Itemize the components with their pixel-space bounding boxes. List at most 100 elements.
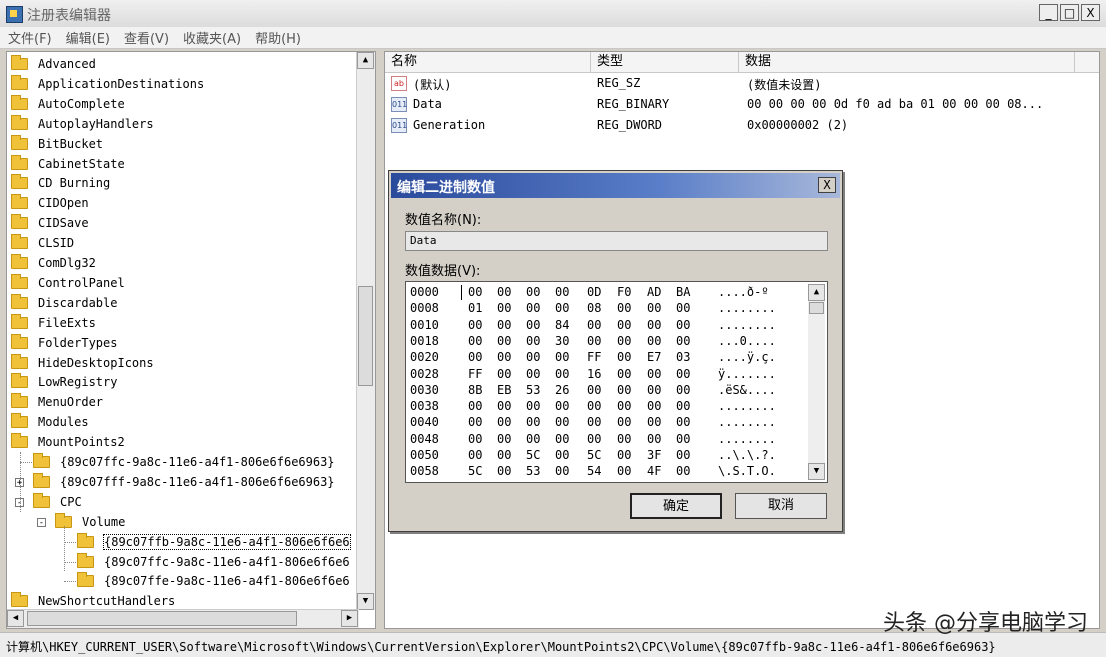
hex-byte[interactable]: E7 [647, 350, 661, 364]
hex-editor[interactable]: ▲ ▼ 0000 00 00 00 00 0D F0 AD BA ....ð-º 0008 01 00 0… [405, 281, 828, 483]
hex-byte[interactable]: 00 [526, 350, 540, 364]
tree-item[interactable]: NewShortcutHandlers [11, 591, 175, 611]
tree-item[interactable]: {89c07ffc-9a8c-11e6-a4f1-806e6f6e6963} [33, 452, 335, 472]
tree-hscroll-thumb[interactable] [27, 611, 297, 626]
hex-byte[interactable]: 00 [647, 301, 661, 315]
hex-byte[interactable]: 00 [468, 399, 482, 413]
hex-byte[interactable]: 16 [587, 367, 601, 381]
hex-byte[interactable]: 00 [555, 399, 569, 413]
tree-item[interactable]: AutoplayHandlers [11, 114, 154, 134]
tree-item[interactable]: {89c07ffc-9a8c-11e6-a4f1-806e6f6e6 [77, 552, 350, 572]
hex-byte[interactable]: 00 [587, 432, 601, 446]
hex-byte[interactable]: 00 [497, 318, 511, 332]
hex-byte[interactable]: 00 [497, 415, 511, 429]
hex-byte[interactable]: 00 [555, 448, 569, 462]
menu-favorites[interactable]: 收藏夹(A) [183, 28, 241, 47]
tree-item[interactable]: Volume [55, 512, 125, 532]
tree-item[interactable]: CIDOpen [11, 193, 89, 213]
hex-byte[interactable]: 00 [468, 415, 482, 429]
hex-byte[interactable]: 08 [587, 301, 601, 315]
hex-byte[interactable]: 00 [617, 301, 631, 315]
hex-byte[interactable]: 00 [526, 432, 540, 446]
cancel-button[interactable]: 取消 [735, 493, 827, 519]
hex-byte[interactable]: 26 [555, 383, 569, 397]
menu-view[interactable]: 查看(V) [124, 28, 169, 47]
column-data-header[interactable]: 数据 [739, 52, 1075, 72]
hex-byte[interactable]: 00 [468, 334, 482, 348]
hex-byte[interactable]: 00 [526, 334, 540, 348]
hex-byte[interactable]: 00 [587, 399, 601, 413]
hex-byte[interactable]: 00 [468, 432, 482, 446]
tree-item[interactable]: {89c07ffe-9a8c-11e6-a4f1-806e6f6e6 [77, 571, 350, 591]
hex-byte[interactable]: 00 [617, 350, 631, 364]
hex-byte[interactable]: 00 [468, 318, 482, 332]
hex-byte[interactable]: 00 [555, 464, 569, 478]
tree-item[interactable]: CLSID [11, 233, 74, 253]
hex-byte[interactable]: 00 [617, 318, 631, 332]
hex-scroll-thumb[interactable] [809, 302, 824, 314]
close-button[interactable]: X [1081, 4, 1100, 21]
registry-tree[interactable]: ▲ ▼ ◀ ▶ Advanced ApplicationDestinations A… [6, 51, 376, 629]
tree-item[interactable]: CD Burning [11, 173, 110, 193]
tree-item[interactable]: {89c07fff-9a8c-11e6-a4f1-806e6f6e6963} [33, 472, 335, 492]
hex-byte[interactable]: 5C [587, 448, 601, 462]
tree-item[interactable]: CabinetState [11, 154, 125, 174]
tree-item[interactable]: CPC [33, 492, 82, 512]
hex-byte[interactable]: AD [647, 285, 661, 299]
tree-item[interactable]: FileExts [11, 313, 96, 333]
hex-byte[interactable]: 00 [676, 383, 690, 397]
hex-byte[interactable]: 00 [587, 383, 601, 397]
hex-byte[interactable]: FF [587, 350, 601, 364]
tree-item[interactable]: ComDlg32 [11, 253, 96, 273]
hex-byte[interactable]: 5C [468, 464, 482, 478]
ok-button[interactable]: 确定 [630, 493, 722, 519]
scroll-left-arrow-icon[interactable]: ◀ [7, 610, 24, 627]
menu-help[interactable]: 帮助(H) [255, 28, 301, 47]
hex-byte[interactable]: 00 [647, 334, 661, 348]
hex-byte[interactable]: 00 [497, 432, 511, 446]
hex-byte[interactable]: 00 [647, 383, 661, 397]
hex-byte[interactable]: 00 [617, 367, 631, 381]
hex-byte[interactable]: 00 [676, 448, 690, 462]
hex-byte[interactable]: 00 [555, 301, 569, 315]
tree-item[interactable]: ApplicationDestinations [11, 74, 204, 94]
hex-byte[interactable]: 00 [587, 415, 601, 429]
column-type-header[interactable]: 类型 [591, 52, 739, 72]
hex-byte[interactable]: 00 [497, 367, 511, 381]
hex-byte[interactable]: 00 [468, 448, 482, 462]
hex-byte[interactable]: 00 [526, 367, 540, 381]
hex-byte[interactable]: EB [497, 383, 511, 397]
hex-byte[interactable]: 01 [468, 301, 482, 315]
hex-byte[interactable]: 00 [617, 415, 631, 429]
hex-scrollbar[interactable]: ▲ ▼ [808, 284, 825, 480]
menu-edit[interactable]: 编辑(E) [66, 28, 110, 47]
hex-byte[interactable]: 00 [526, 415, 540, 429]
hex-byte[interactable]: 00 [617, 383, 631, 397]
column-name-header[interactable]: 名称 [385, 52, 591, 72]
hex-byte[interactable]: 30 [555, 334, 569, 348]
tree-vertical-scrollbar[interactable]: ▲ ▼ [356, 52, 375, 610]
tree-item[interactable]: MountPoints2 [11, 432, 125, 452]
tree-item[interactable]: CIDSave [11, 213, 89, 233]
hex-byte[interactable]: 5C [526, 448, 540, 462]
tree-item[interactable]: Modules [11, 412, 89, 432]
dialog-close-button[interactable]: X [818, 177, 836, 193]
hex-byte[interactable]: 00 [526, 285, 540, 299]
tree-item[interactable]: AutoComplete [11, 94, 125, 114]
hex-byte[interactable]: 00 [587, 318, 601, 332]
tree-item[interactable]: BitBucket [11, 134, 103, 154]
hex-byte[interactable]: 00 [617, 432, 631, 446]
list-item[interactable]: 011 Data REG_BINARY 00 00 00 00 0d f0 ad ba… [385, 94, 1099, 115]
menu-file[interactable]: 文件(F) [8, 28, 52, 47]
hex-byte[interactable]: 84 [555, 318, 569, 332]
hex-byte[interactable]: 00 [647, 432, 661, 446]
list-item[interactable]: 011 Generation REG_DWORD 0x00000002 (2) [385, 115, 1099, 136]
hex-byte[interactable]: 00 [587, 334, 601, 348]
list-item[interactable]: ab (默认) REG_SZ (数值未设置) [385, 73, 1099, 94]
tree-item[interactable]: MenuOrder [11, 392, 103, 412]
hex-byte[interactable]: 00 [526, 399, 540, 413]
hex-byte[interactable]: 4F [647, 464, 661, 478]
hex-byte[interactable]: 00 [497, 464, 511, 478]
scroll-up-arrow-icon[interactable]: ▲ [357, 52, 374, 69]
hex-byte[interactable]: 00 [647, 399, 661, 413]
